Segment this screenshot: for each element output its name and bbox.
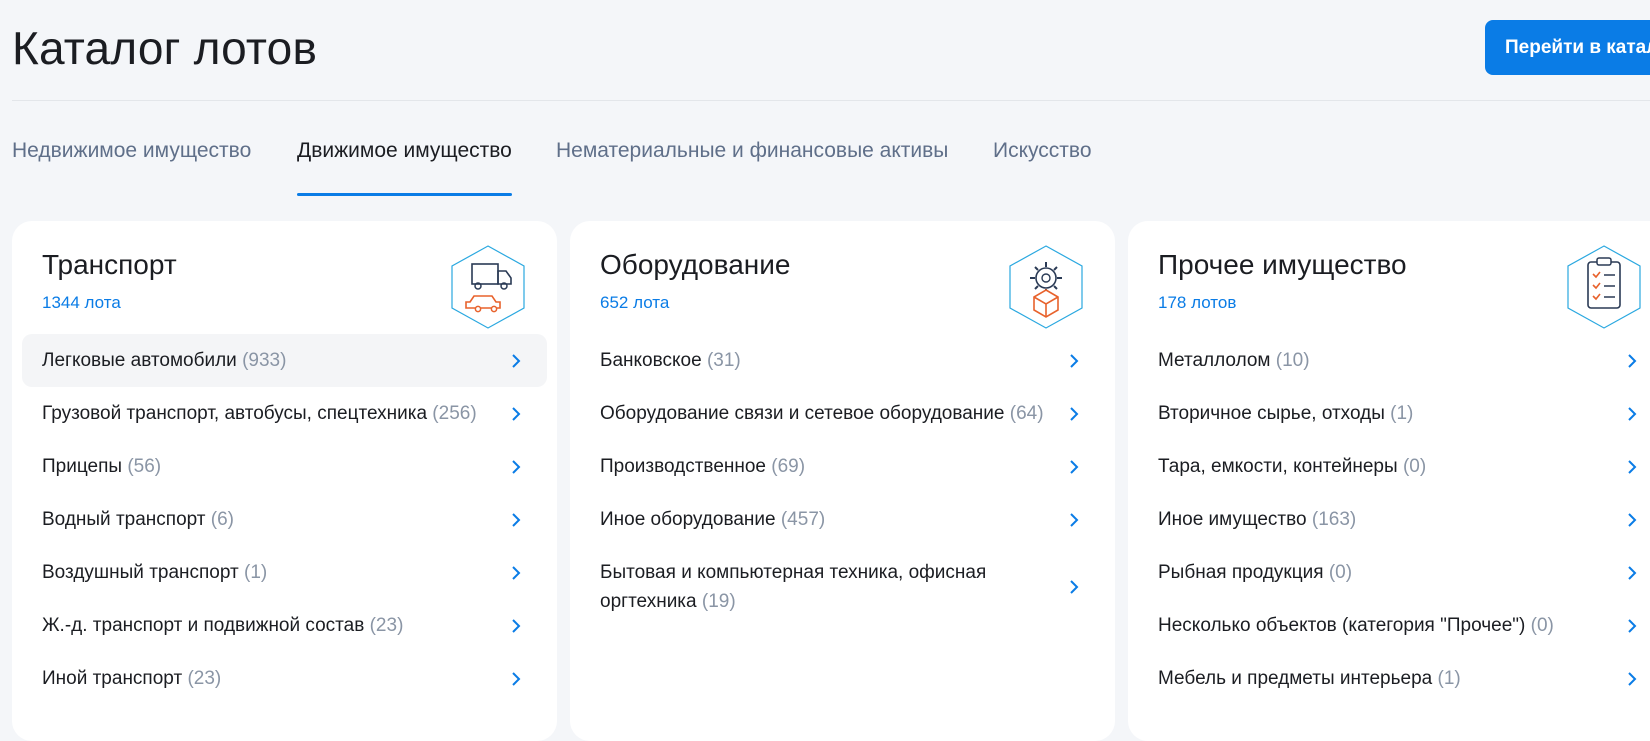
chevron-right-icon	[1070, 580, 1079, 594]
tab-intangible-financial-assets[interactable]: Нематериальные и финансовые активы	[556, 130, 948, 196]
list-item[interactable]: Иное имущество (163)	[1138, 493, 1650, 546]
go-to-catalog-button[interactable]: Перейти в каталог	[1485, 20, 1650, 75]
category-card-transport: Транспорт 1344 лота Легковые автомобили …	[12, 221, 557, 741]
subcategory-list: Легковые автомобили (933) Грузовой транс…	[22, 334, 547, 705]
chevron-right-icon	[1628, 618, 1637, 633]
chevron-right-icon	[1628, 353, 1637, 368]
list-item[interactable]: Прицепы (56)	[22, 440, 547, 493]
card-lot-count[interactable]: 1344 лота	[42, 293, 121, 313]
chevron-right-icon	[1628, 671, 1637, 686]
chevron-right-icon	[512, 565, 521, 580]
chevron-right-icon	[512, 353, 521, 368]
page-title: Каталог лотов	[12, 22, 318, 74]
card-lot-count[interactable]: 178 лотов	[1158, 293, 1236, 313]
clipboard-checklist-icon	[1567, 245, 1641, 329]
list-item[interactable]: Ж.-д. транспорт и подвижной состав (23)	[22, 599, 547, 652]
card-lot-count[interactable]: 652 лота	[600, 293, 669, 313]
list-item[interactable]: Легковые автомобили (933)	[22, 334, 547, 387]
list-item[interactable]: Рыбная продукция (0)	[1138, 546, 1650, 599]
page-header: Каталог лотов Перейти в каталог	[0, 0, 1650, 100]
list-item[interactable]: Металлолом (10)	[1138, 334, 1650, 387]
list-item[interactable]: Оборудование связи и сетевое оборудовани…	[580, 387, 1105, 440]
list-item[interactable]: Бытовая и компьютерная техника, офисная …	[580, 546, 1105, 628]
subcategory-list: Металлолом (10) Вторичное сырье, отходы …	[1138, 334, 1650, 705]
list-item[interactable]: Банковское (31)	[580, 334, 1105, 387]
list-item[interactable]: Тара, емкости, контейнеры (0)	[1138, 440, 1650, 493]
chevron-right-icon	[512, 512, 521, 527]
chevron-right-icon	[512, 459, 521, 474]
chevron-right-icon	[1070, 353, 1079, 368]
list-item[interactable]: Воздушный транспорт (1)	[22, 546, 547, 599]
chevron-right-icon	[512, 406, 521, 421]
list-item[interactable]: Иной транспорт (23)	[22, 652, 547, 705]
list-item[interactable]: Производственное (69)	[580, 440, 1105, 493]
chevron-right-icon	[512, 671, 521, 686]
chevron-right-icon	[1628, 512, 1637, 527]
chevron-right-icon	[1070, 406, 1079, 421]
list-item[interactable]: Несколько объектов (категория "Прочее") …	[1138, 599, 1650, 652]
chevron-right-icon	[1628, 406, 1637, 421]
card-title: Оборудование	[600, 249, 791, 280]
list-item[interactable]: Грузовой транспорт, автобусы, спецтехник…	[22, 387, 547, 440]
category-card-other-property: Прочее имущество 178 лотов Металлолом (1…	[1128, 221, 1650, 741]
chevron-right-icon	[1628, 459, 1637, 474]
tab-real-estate[interactable]: Недвижимое имущество	[12, 130, 251, 196]
list-item[interactable]: Водный транспорт (6)	[22, 493, 547, 546]
header-divider	[12, 100, 1650, 101]
tab-art[interactable]: Искусство	[993, 130, 1092, 196]
gear-box-icon	[1009, 245, 1083, 329]
chevron-right-icon	[1070, 459, 1079, 474]
list-item[interactable]: Мебель и предметы интерьера (1)	[1138, 652, 1650, 705]
chevron-right-icon	[1070, 512, 1079, 527]
chevron-right-icon	[512, 618, 521, 633]
truck-car-icon	[451, 245, 525, 329]
card-title: Транспорт	[42, 249, 177, 280]
list-item[interactable]: Иное оборудование (457)	[580, 493, 1105, 546]
category-tabs: Недвижимое имущество Движимое имущество …	[12, 130, 1612, 196]
list-item[interactable]: Вторичное сырье, отходы (1)	[1138, 387, 1650, 440]
card-title: Прочее имущество	[1158, 249, 1407, 280]
chevron-right-icon	[1628, 565, 1637, 580]
category-card-equipment: Оборудование 652 лота Банковское (31) Об…	[570, 221, 1115, 741]
subcategory-list: Банковское (31) Оборудование связи и сет…	[580, 334, 1105, 628]
tab-movable-property[interactable]: Движимое имущество	[297, 130, 512, 196]
